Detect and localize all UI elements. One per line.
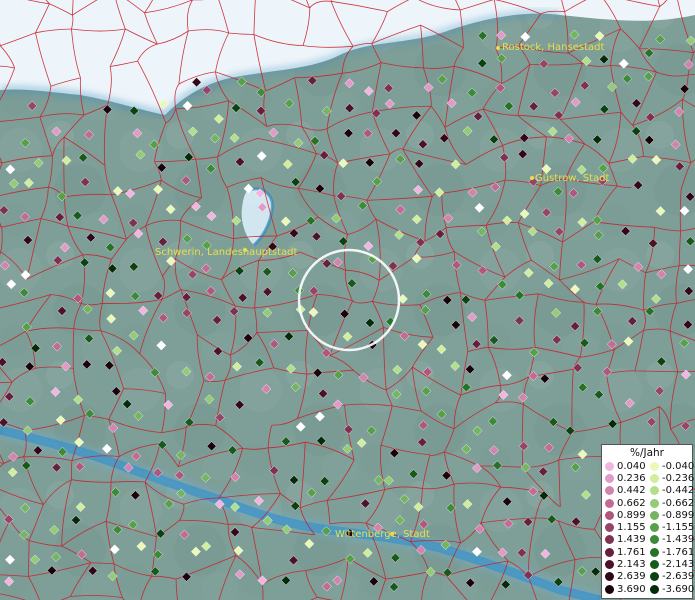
legend-label: 0.899 bbox=[617, 509, 646, 521]
legend-label: 0.442 bbox=[617, 485, 646, 497]
legend-row: 0.040 -0.040 bbox=[602, 460, 695, 472]
legend-swatch bbox=[650, 486, 659, 496]
legend-label: 0.040 bbox=[617, 460, 646, 472]
legend-swatch bbox=[650, 461, 659, 471]
legend-row: 2.639 -2.639 bbox=[602, 571, 695, 583]
legend-label: 1.761 bbox=[617, 546, 646, 558]
legend-swatch bbox=[605, 523, 614, 533]
city-label-guestrow: Güstrow, Stadt bbox=[535, 173, 610, 184]
legend-label: -2.143 bbox=[662, 559, 695, 571]
legend-label: 0.662 bbox=[617, 497, 646, 509]
legend-label: -0.662 bbox=[662, 497, 695, 509]
legend-label: -1.761 bbox=[662, 546, 695, 558]
city-label-wittenberge: Wittenberge, Stadt bbox=[335, 529, 430, 540]
legend-swatch bbox=[605, 486, 614, 496]
legend-label: -0.236 bbox=[662, 472, 695, 484]
legend-label: 2.143 bbox=[617, 559, 646, 571]
legend-rows: 0.040 -0.040 0.236 -0.236 0.442 -0.442 0.662 -0… bbox=[602, 460, 695, 595]
legend-swatch bbox=[650, 523, 659, 533]
legend-swatch bbox=[650, 510, 659, 520]
city-marker-wittenberge bbox=[390, 532, 394, 536]
legend-label: -0.899 bbox=[662, 509, 695, 521]
city-label-schwerin: Schwerin, Landeshauptstadt bbox=[155, 247, 298, 258]
legend-label: -1.155 bbox=[662, 522, 695, 534]
legend-swatch bbox=[650, 473, 659, 483]
legend-swatch bbox=[650, 584, 659, 594]
legend-row: 1.439 -1.439 bbox=[602, 534, 695, 546]
legend-swatch bbox=[605, 547, 614, 557]
legend-label: 0.236 bbox=[617, 472, 646, 484]
legend-row: 1.155 -1.155 bbox=[602, 521, 695, 534]
legend-title: %/Jahr bbox=[629, 447, 665, 459]
legend-label: -2.639 bbox=[662, 571, 695, 583]
legend-swatch bbox=[605, 584, 614, 594]
legend-label: -0.442 bbox=[662, 485, 695, 497]
legend-label: -0.040 bbox=[662, 460, 695, 472]
legend-swatch bbox=[605, 461, 614, 471]
legend-swatch bbox=[650, 560, 659, 570]
legend: %/Jahr 0.040 -0.040 0.236 -0.236 0.442 -0.442… bbox=[601, 444, 695, 599]
legend-swatch bbox=[605, 560, 614, 570]
legend-row: 0.662 -0.662 bbox=[602, 497, 695, 509]
legend-swatch bbox=[605, 535, 614, 545]
legend-label: -1.439 bbox=[662, 534, 695, 546]
legend-swatch bbox=[650, 498, 659, 508]
legend-label: 2.639 bbox=[617, 571, 646, 583]
legend-swatch bbox=[605, 510, 614, 520]
legend-swatch bbox=[605, 572, 614, 582]
city-label-rostock: Rostock, Hansestadt bbox=[502, 42, 604, 53]
legend-row: 3.690 -3.690 bbox=[602, 583, 695, 595]
legend-label: 3.690 bbox=[617, 583, 646, 595]
legend-label: 1.155 bbox=[617, 522, 646, 534]
legend-label: 1.439 bbox=[617, 534, 646, 546]
city-marker-guestrow bbox=[530, 176, 534, 180]
legend-label: -3.690 bbox=[662, 583, 695, 595]
legend-swatch bbox=[605, 473, 614, 483]
legend-swatch bbox=[650, 535, 659, 545]
map-canvas[interactable]: Rostock, Hansestadt Güstrow, Stadt Schwe… bbox=[0, 0, 695, 600]
legend-row: 2.143 -2.143 bbox=[602, 558, 695, 571]
legend-row: 0.236 -0.236 bbox=[602, 472, 695, 484]
legend-swatch bbox=[650, 547, 659, 557]
legend-swatch bbox=[605, 498, 614, 508]
city-marker-rostock bbox=[496, 46, 500, 50]
legend-row: 0.442 -0.442 bbox=[602, 485, 695, 497]
legend-row: 0.899 -0.899 bbox=[602, 509, 695, 521]
legend-row: 1.761 -1.761 bbox=[602, 546, 695, 558]
legend-swatch bbox=[650, 572, 659, 582]
city-marker-schwerin bbox=[243, 248, 247, 252]
